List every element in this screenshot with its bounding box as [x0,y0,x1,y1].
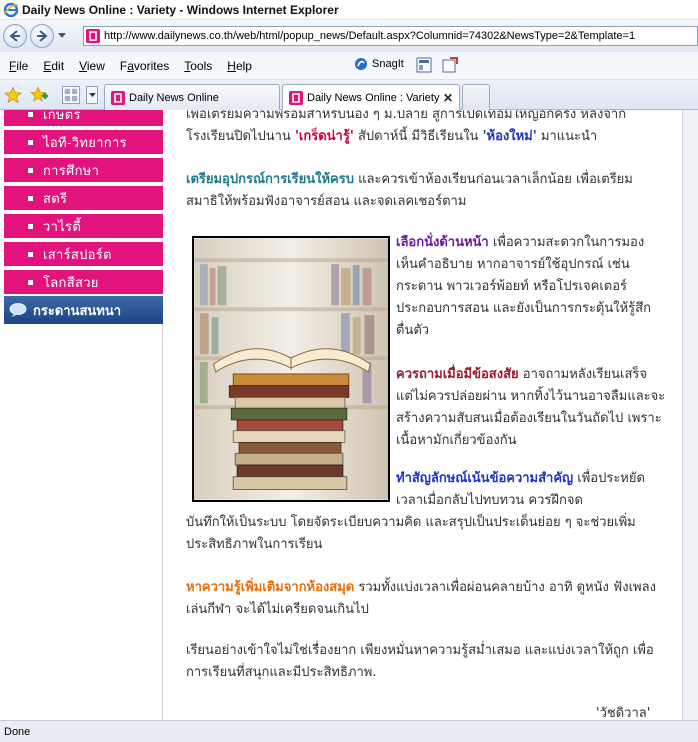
bullet-icon [28,279,33,285]
article-paragraph: หาความรู้เพิ่มเติมจากห้องสมุด รวมทั้งแบ่… [186,580,656,617]
sidebar-discussion-board[interactable]: กระดานสนทนา [4,296,163,324]
add-to-favorites-icon[interactable] [30,86,48,104]
title-bar: Daily News Online : Variety - Windows In… [0,0,698,20]
sidebar-board-label: กระดานสนทนา [33,303,122,319]
article-paragraph: ควรถามเมื่อมีข้อสงสัย อาจถามหลังเรียนเสร… [396,367,666,448]
sidebar-item-education[interactable]: การศึกษา [4,158,163,184]
site-favicon-icon [289,91,303,105]
sidebar-item-label: เสาร์สปอร์ต [43,247,112,263]
tab-label: Daily News Online [129,91,219,104]
article-paragraph: บันทึกให้เป็นระบบ โดยจัดระเบียบความคิด แ… [186,515,636,552]
menu-help-rest: elp [235,58,252,73]
books-photo [192,236,390,502]
vertical-scrollbar[interactable] [682,110,698,720]
sidebar-item-agriculture[interactable]: เกษตร [4,110,163,128]
status-bar: Done [0,720,698,742]
sidebar-item-label: สตรี [43,191,68,207]
article-paragraph: เรียนอย่างเข้าใจไม่ใช่เรื่องยาก เพียงหมั… [186,643,654,680]
sidebar-menu: เกษตร ไอที-วิทยาการ การศึกษา สตรี วาไรตี… [4,110,163,720]
menu-help[interactable]: Help [225,57,254,75]
favorites-star-icon[interactable] [4,86,22,104]
menu-edit-rest: dit [51,58,65,73]
site-favicon-icon [86,29,100,43]
chevron-down-icon [58,33,66,38]
site-favicon-icon [111,90,125,105]
sidebar-item-label: ไอที-วิทยาการ [43,135,127,151]
status-text: Done [4,725,31,738]
window-title: Daily News Online : Variety - Windows In… [22,2,339,17]
article-paragraph: เลือกนั่งด้านหน้า เพื่อความสะดวกในการมอง… [396,235,651,338]
internet-explorer-icon [3,2,19,18]
back-button[interactable] [3,24,27,48]
menu-file[interactable]: File [7,57,30,75]
sidebar-item-label: การศึกษา [43,163,100,179]
snagit-editor-icon[interactable] [442,57,458,73]
article-paragraph: เตรียมอุปกรณ์การเรียนให้ครบ และควรเข้าห้… [186,172,633,209]
article-paragraph: ทำสัญลักษณ์เน้นข้อความสำคัญ เพื่อประหยัด… [396,471,645,508]
page-content: เกษตร ไอที-วิทยาการ การศึกษา สตรี วาไรตี… [0,110,698,720]
sidebar-item-variety[interactable]: วาไรตี้ [4,214,163,240]
tab-daily-news-variety[interactable]: Daily News Online : Variety ✕ [282,84,460,111]
menu-tools[interactable]: Tools [182,57,214,75]
snagit-capture-icon[interactable] [416,57,432,73]
menu-bar: File Edit View Favorites Tools Help Snag… [0,52,698,80]
quick-tabs-icon [64,88,78,102]
address-bar-row [0,20,698,52]
sidebar-item-it-science[interactable]: ไอที-วิทยาการ [4,130,163,156]
back-arrow-icon [9,30,20,42]
menu-view-rest: iew [86,58,105,73]
sidebar-item-women[interactable]: สตรี [4,186,163,212]
new-tab-button[interactable] [462,84,490,110]
recent-pages-dropdown[interactable] [56,24,68,48]
menu-file-rest: ile [16,58,29,73]
menu-edit[interactable]: Edit [41,57,66,75]
bullet-icon [28,251,33,257]
menu-view[interactable]: View [77,57,107,75]
snagit-label: SnagIt [372,58,404,70]
menu-favorites[interactable]: Favorites [118,57,171,75]
sidebar-item-label: วาไรตี้ [43,219,82,235]
tab-daily-news-online[interactable]: Daily News Online [104,84,280,110]
bullet-icon [28,139,33,145]
address-input[interactable] [104,30,694,42]
forward-button[interactable] [30,24,54,48]
chevron-down-icon [88,92,96,97]
bullet-icon [28,195,33,201]
forward-arrow-icon [37,30,48,42]
bullet-icon [28,111,33,117]
quick-tabs-button[interactable] [62,86,80,104]
sidebar-item-label: โลกสีสวย [43,275,99,291]
menu-tools-rest: ools [190,58,213,73]
sidebar-item-saturday-sport[interactable]: เสาร์สปอร์ต [4,242,163,268]
sidebar-item-label: เกษตร [43,110,81,123]
tab-label: Daily News Online : Variety [307,92,440,104]
bullet-icon [28,223,33,229]
bullet-icon [28,167,33,173]
books-stack-illustration [194,238,388,500]
tab-list-dropdown[interactable] [86,86,98,104]
article-intro: เพื่อเตรียมความพร้อมสำหรับน้อง ๆ ม.ปลาย … [186,110,627,144]
sidebar-item-colorful-world[interactable]: โลกสีสวย [4,270,163,296]
menu-favorites-rest: vorites [133,58,170,73]
close-tab-icon[interactable]: ✕ [443,91,453,105]
article-byline: 'วัชดิวาล' [596,706,651,720]
snagit-icon [355,58,367,70]
tabs-bar: Daily News Online Daily News Online : Va… [0,80,698,111]
snagit-button[interactable]: SnagIt [354,57,404,71]
address-field-container [83,26,698,46]
speech-bubble-icon [9,303,27,317]
